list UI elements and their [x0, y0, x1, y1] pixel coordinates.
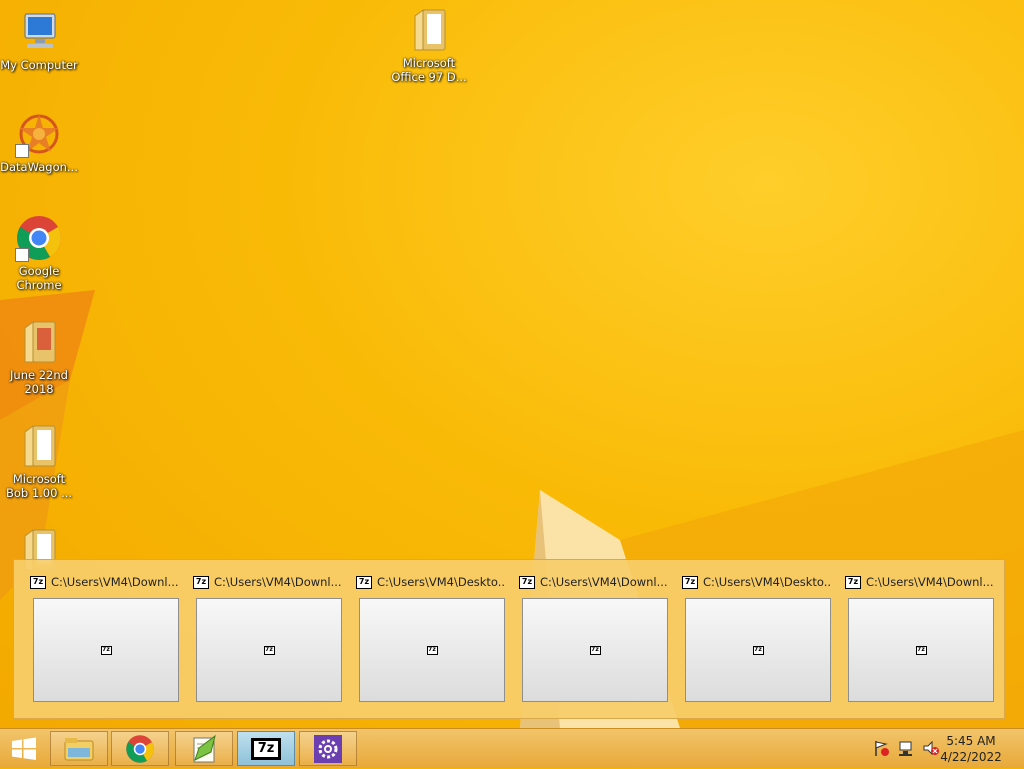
desktop-icon-microsoft-bob[interactable]: Microsoft Bob 1.00 ...: [0, 422, 78, 500]
thumbnail-title-text: C:\Users\VM4\Deskto...: [377, 575, 504, 589]
taskbar-thumbnail-popup: 7z C:\Users\VM4\Downl... 7z 7z C:\Users\VM…: [13, 559, 1005, 719]
taskbar-button-notepad-plus-plus[interactable]: [175, 731, 233, 766]
7zip-icon: 7z: [356, 575, 372, 589]
7zip-icon: 7z: [193, 575, 209, 589]
thumbnail-title: 7z C:\Users\VM4\Deskto...: [356, 572, 504, 592]
thumbnail-title-text: C:\Users\VM4\Deskto...: [703, 575, 830, 589]
thumbnail-title-text: C:\Users\VM4\Downl...: [866, 575, 993, 589]
7zip-icon: 7z: [100, 645, 112, 655]
system-clock[interactable]: 5:45 AM 4/22/2022: [936, 733, 1006, 765]
thumbnail-preview[interactable]: 7z: [848, 598, 994, 702]
start-button[interactable]: [6, 733, 42, 765]
taskbar-button-settings[interactable]: [299, 731, 357, 766]
taskbar-button-7zip[interactable]: 7z: [237, 731, 295, 766]
thumbnail-title-text: C:\Users\VM4\Downl...: [214, 575, 341, 589]
desktop-icon-label: Microsoft Office 97 D...: [391, 56, 467, 84]
thumbnail-title-text: C:\Users\VM4\Downl...: [51, 575, 178, 589]
thumbnail-title: 7z C:\Users\VM4\Downl...: [845, 572, 993, 592]
desktop-icon-label: June 22nd 2018: [10, 368, 68, 396]
thumbnail-title: 7z C:\Users\VM4\Downl...: [519, 572, 667, 592]
desktop: My Computer DataWagon... Google Chrome J…: [0, 0, 1024, 728]
7zip-icon: 7z: [426, 645, 438, 655]
thumbnail-preview[interactable]: 7z: [359, 598, 505, 702]
desktop-icon-label: Microsoft Bob 1.00 ...: [5, 472, 73, 500]
thumbnail-window-6[interactable]: 7z C:\Users\VM4\Downl... 7z: [845, 572, 994, 702]
folder-icon: [405, 6, 453, 54]
settings-icon: [314, 734, 342, 763]
desktop-icon-june-22nd-2018[interactable]: June 22nd 2018: [0, 318, 78, 396]
thumbnail-preview[interactable]: 7z: [33, 598, 179, 702]
7zip-icon: 7z: [251, 737, 281, 760]
desktop-icon-google-chrome[interactable]: Google Chrome: [0, 214, 78, 292]
chrome-icon: [15, 214, 63, 262]
windows-logo-icon: [12, 737, 36, 760]
notepad-plus-plus-icon: [193, 734, 216, 762]
7zip-icon: 7z: [752, 645, 764, 655]
folder-icon: [15, 422, 63, 470]
desktop-icon-label: My Computer: [0, 58, 78, 72]
7zip-icon: 7z: [682, 575, 698, 589]
thumbnail-preview[interactable]: 7z: [685, 598, 831, 702]
thumbnail-title: 7z C:\Users\VM4\Deskto...: [682, 572, 830, 592]
desktop-icon-label: DataWagon...: [0, 160, 78, 174]
taskbar-button-chrome[interactable]: [111, 731, 169, 766]
chrome-icon: [126, 734, 154, 763]
desktop-icon-datawagon[interactable]: DataWagon...: [0, 110, 78, 174]
thumbnail-window-2[interactable]: 7z C:\Users\VM4\Downl... 7z: [193, 572, 342, 702]
shortcut-arrow-icon: [15, 144, 29, 158]
thumbnail-title-text: C:\Users\VM4\Downl...: [540, 575, 667, 589]
7zip-icon: 7z: [915, 645, 927, 655]
taskbar: 7z 5:45 AM 4/22/2022: [0, 728, 1024, 768]
7zip-icon: 7z: [845, 575, 861, 589]
desktop-icon-label: Google Chrome: [16, 264, 62, 292]
desktop-icon-microsoft-office-97[interactable]: Microsoft Office 97 D...: [390, 6, 468, 84]
taskbar-button-file-explorer[interactable]: [50, 731, 108, 766]
thumbnail-title: 7z C:\Users\VM4\Downl...: [30, 572, 178, 592]
computer-icon: [15, 8, 63, 56]
thumbnail-window-3[interactable]: 7z C:\Users\VM4\Deskto... 7z: [356, 572, 505, 702]
thumbnail-preview[interactable]: 7z: [196, 598, 342, 702]
datawagon-icon: [15, 110, 63, 158]
thumbnail-title: 7z C:\Users\VM4\Downl...: [193, 572, 341, 592]
thumbnail-window-5[interactable]: 7z C:\Users\VM4\Deskto... 7z: [682, 572, 831, 702]
shortcut-arrow-icon: [15, 248, 29, 262]
thumbnail-preview[interactable]: 7z: [522, 598, 668, 702]
clock-time: 5:45 AM: [946, 734, 996, 748]
7zip-icon: 7z: [263, 645, 275, 655]
desktop-icon-my-computer[interactable]: My Computer: [0, 8, 78, 72]
network-icon[interactable]: [897, 739, 915, 757]
clock-date: 4/22/2022: [940, 750, 1002, 764]
7zip-icon: 7z: [30, 575, 46, 589]
thumbnail-window-4[interactable]: 7z C:\Users\VM4\Downl... 7z: [519, 572, 668, 702]
file-explorer-icon: [64, 737, 94, 760]
7zip-icon: 7z: [589, 645, 601, 655]
folder-icon: [15, 318, 63, 366]
thumbnail-window-1[interactable]: 7z C:\Users\VM4\Downl... 7z: [30, 572, 179, 702]
action-center-flag-icon[interactable]: [872, 739, 890, 757]
7zip-icon: 7z: [519, 575, 535, 589]
